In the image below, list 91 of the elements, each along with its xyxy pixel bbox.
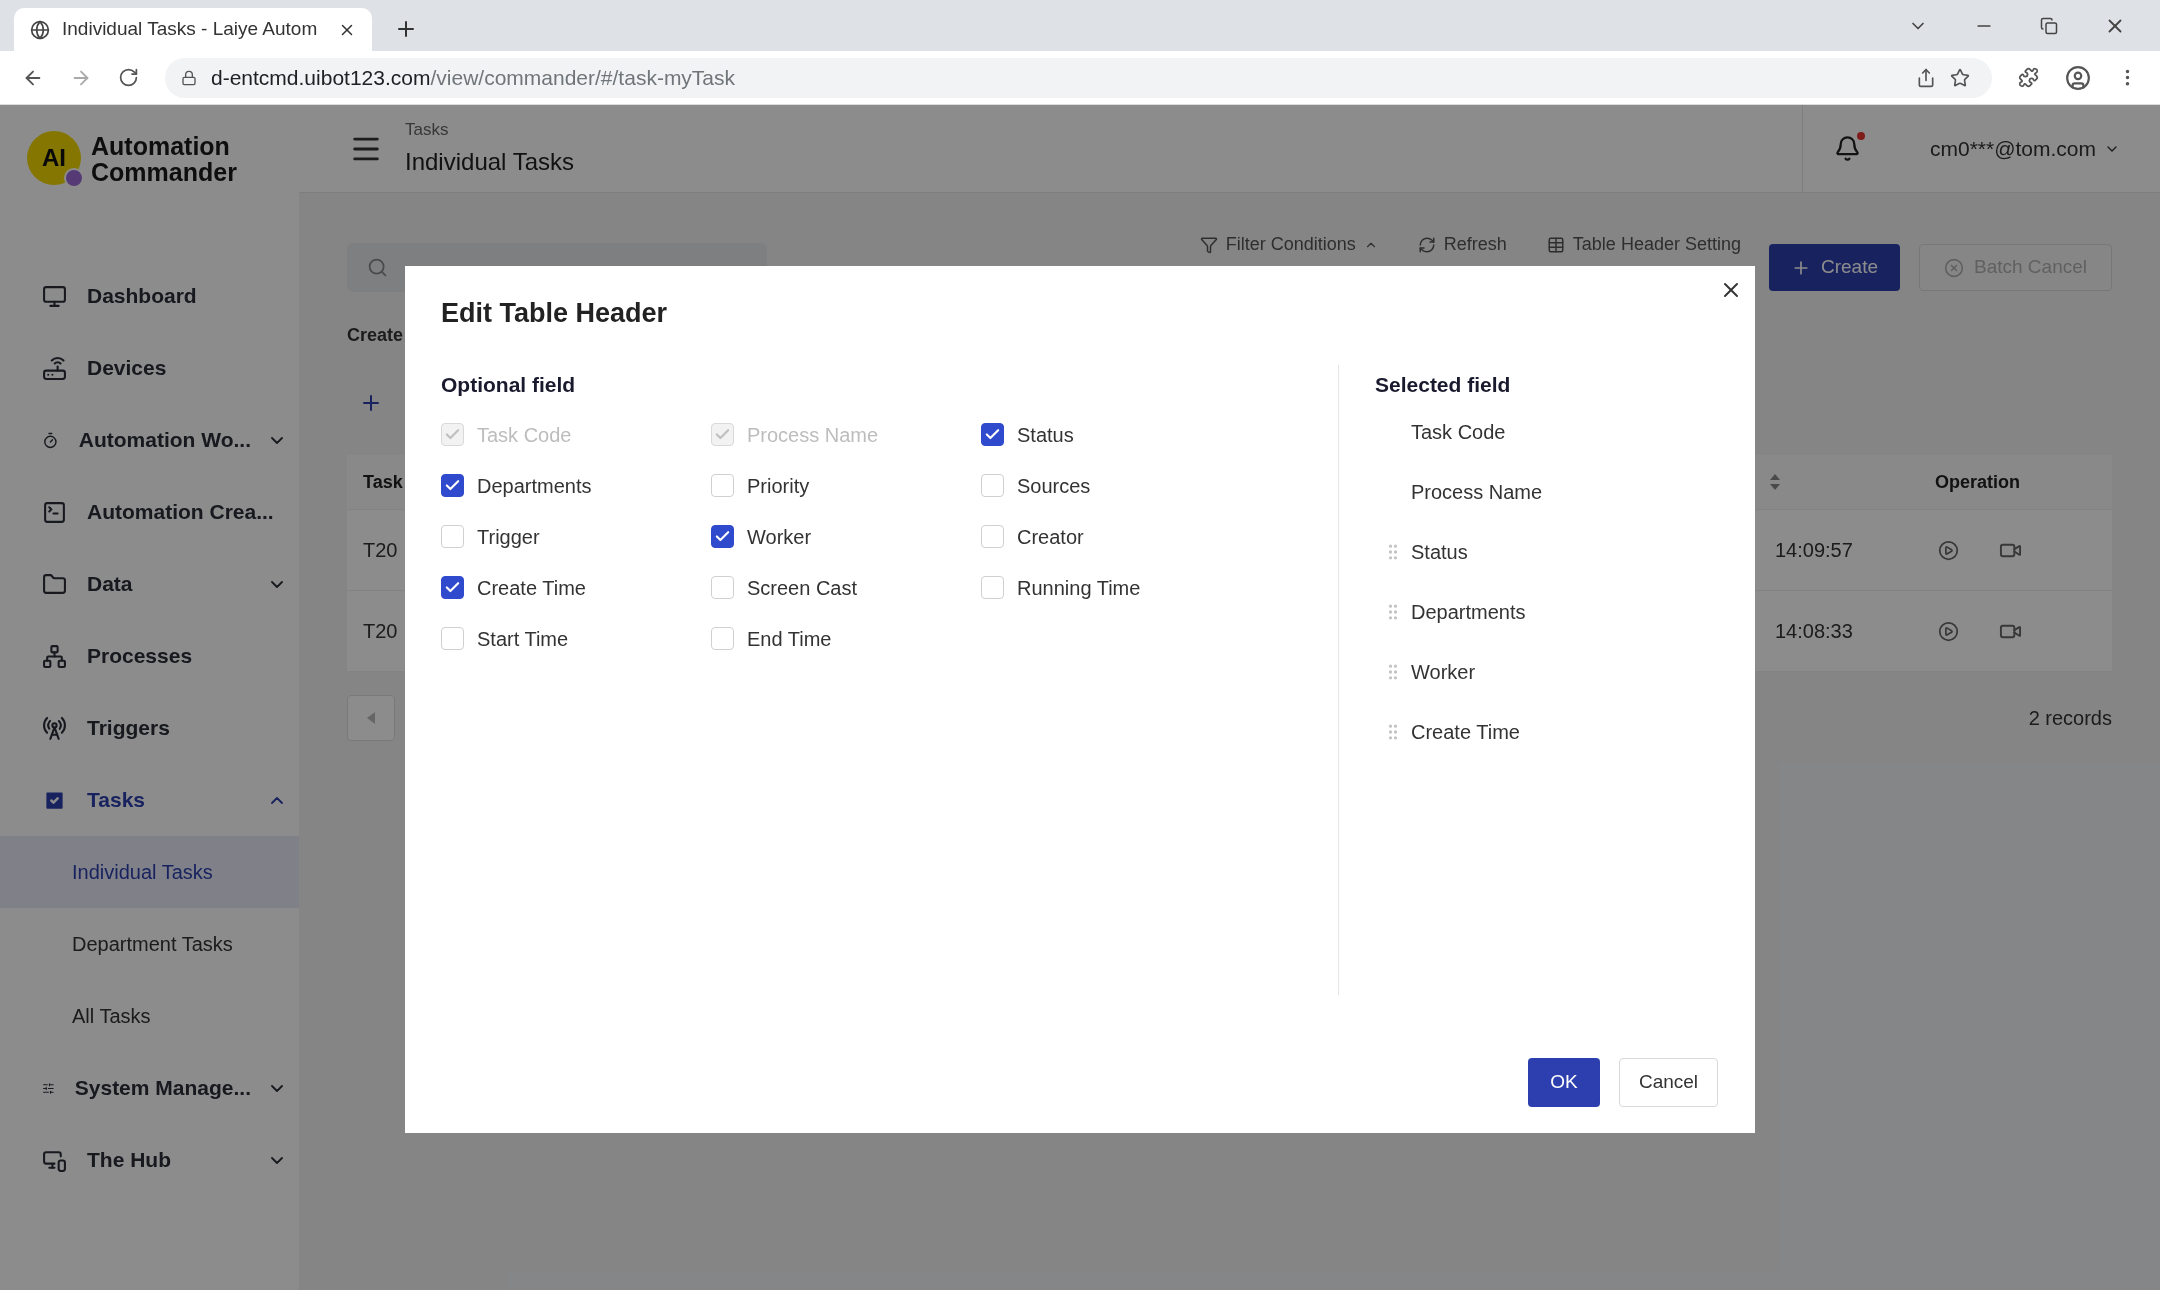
sidebar-item[interactable]: The Hub — [0, 1124, 299, 1196]
field-option[interactable]: Screen Cast — [711, 562, 981, 613]
chevron-down-icon — [271, 1156, 283, 1164]
field-option[interactable]: Status — [981, 409, 1251, 460]
ok-button[interactable]: OK — [1528, 1058, 1600, 1107]
folder-icon — [42, 571, 67, 597]
cancel-button[interactable]: Cancel — [1619, 1058, 1718, 1107]
search-icon — [367, 257, 388, 278]
sidebar-item[interactable]: Devices — [0, 332, 299, 404]
profile-icon[interactable] — [2065, 64, 2091, 91]
chevron-down-icon — [271, 1084, 283, 1092]
cancel-circle-icon — [1944, 257, 1964, 278]
star-icon[interactable] — [1950, 67, 1970, 88]
radio-tower-icon — [42, 715, 67, 741]
url-field[interactable]: d-entcmd.uibot123.com/view/commander/#/task-myTask — [165, 57, 1992, 98]
sidebar-item[interactable]: Automation Wo... — [0, 404, 299, 476]
table-cell-text: 14:08:33 — [1774, 619, 1854, 644]
monitor-icon — [42, 283, 67, 309]
field-option[interactable]: Running Time — [981, 562, 1251, 613]
checkbox[interactable] — [441, 576, 464, 599]
filter-button[interactable]: Filter Conditions — [1199, 231, 1378, 258]
sidebar-subitem[interactable]: All Tasks — [0, 980, 299, 1052]
section-heading: Optional field — [441, 372, 577, 398]
bell-icon[interactable] — [1834, 135, 1862, 162]
sidebar-subitem[interactable]: Individual Tasks — [0, 836, 299, 908]
selected-field: Process Name — [1411, 477, 1543, 507]
refresh-button[interactable]: Refresh — [1417, 231, 1507, 258]
sidebar-item[interactable]: Data — [0, 548, 299, 620]
checkbox[interactable] — [441, 474, 464, 497]
table-cell-text: T20 — [363, 619, 398, 644]
extensions-icon[interactable] — [2018, 67, 2039, 88]
logo-text: Commander — [91, 159, 237, 185]
column-header: Operation — [1934, 470, 2021, 494]
selected-field: Status — [1411, 537, 1468, 567]
sidebar-item[interactable]: Triggers — [0, 692, 299, 764]
reload-icon[interactable] — [118, 67, 139, 88]
user-menu[interactable]: cm0***@tom.com — [1892, 132, 2160, 165]
table-cell-text: 14:09:57 — [1774, 538, 1854, 563]
chevron-down-icon — [271, 436, 283, 444]
caret-left-icon — [366, 712, 376, 724]
field-option[interactable]: Priority — [711, 460, 981, 511]
browser-tab[interactable]: Individual Tasks - Laiye Autom — [14, 8, 372, 51]
dialog-title: Edit Table Header — [440, 297, 668, 330]
restore-icon[interactable] — [2040, 17, 2058, 35]
tab-title: Individual Tasks - Laiye Autom — [62, 17, 319, 42]
sidebar-item[interactable]: Tasks — [0, 764, 299, 836]
logo-mark: AI — [42, 143, 66, 173]
column-header: Task — [363, 470, 403, 494]
lock-icon — [181, 69, 197, 86]
sidebar-item[interactable]: Automation Crea... — [0, 476, 299, 548]
field-option[interactable]: Departments — [441, 460, 711, 511]
funnel-icon — [1199, 235, 1218, 254]
selected-field: Departments — [1411, 597, 1526, 627]
url-text: d-entcmd.uibot123.com/view/commander/#/task-myTask — [211, 64, 737, 91]
section-label: Create — [347, 324, 405, 347]
field-option[interactable]: Sources — [981, 460, 1251, 511]
globe-icon — [30, 19, 50, 40]
chevron-down-icon — [271, 580, 283, 588]
share-icon[interactable] — [1916, 67, 1936, 88]
field-option[interactable]: End Time — [711, 613, 981, 664]
replay-icon[interactable] — [1938, 539, 1959, 561]
router-icon — [42, 355, 67, 381]
sort-icon[interactable] — [1769, 472, 1781, 492]
sidebar-item[interactable]: Dashboard — [0, 260, 299, 332]
field-option[interactable]: Creator — [981, 511, 1251, 562]
record-count: 2 records — [2028, 706, 2112, 731]
table-icon — [1546, 235, 1565, 254]
page-title: Individual Tasks — [405, 147, 574, 178]
sidebar-subitem[interactable]: Department Tasks — [0, 908, 299, 980]
chevron-up-icon — [271, 796, 283, 804]
create-button[interactable]: Create — [1768, 244, 1900, 291]
refresh-icon — [1417, 235, 1436, 254]
field-option[interactable]: Trigger — [441, 511, 711, 562]
terminal-icon — [42, 499, 67, 525]
sidebar-item[interactable]: System Manage... — [0, 1052, 299, 1124]
checkbox[interactable] — [711, 525, 734, 548]
selected-field: Task Code — [1411, 417, 1506, 447]
sidebar-item[interactable]: Processes — [0, 620, 299, 692]
field-option[interactable]: Worker — [711, 511, 981, 562]
field-option[interactable]: Create Time — [441, 562, 711, 613]
logo-text: Automation — [91, 133, 231, 159]
network-icon — [42, 643, 67, 669]
checkbox[interactable] — [981, 423, 1004, 446]
selected-field: Create Time — [1411, 717, 1520, 747]
field-option[interactable]: Start Time — [441, 613, 711, 664]
table-cell-text: T20 — [363, 538, 398, 563]
table-setting-button[interactable]: Table Header Setting — [1546, 231, 1741, 258]
section-heading: Selected field — [1375, 372, 1512, 398]
breadcrumb[interactable]: Tasks — [405, 116, 574, 143]
replay-icon[interactable] — [1938, 620, 1959, 642]
selected-field: Worker — [1411, 657, 1476, 687]
